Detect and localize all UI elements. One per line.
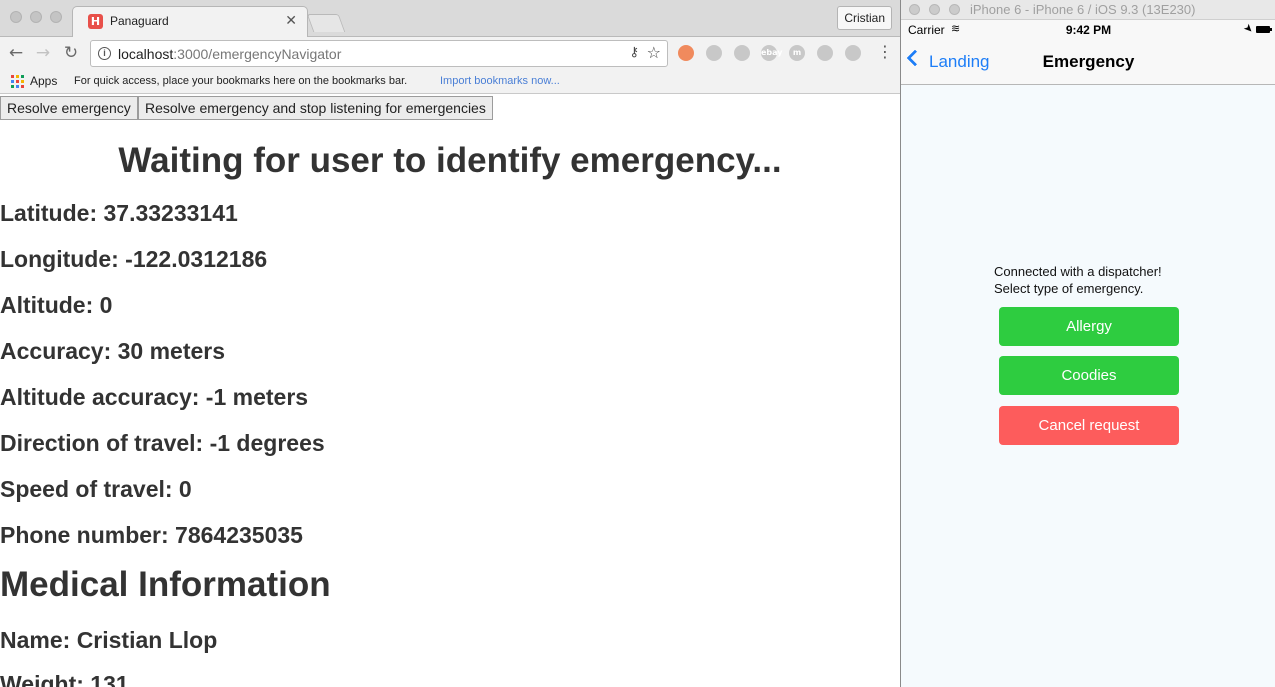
reload-icon[interactable]: ↻: [61, 42, 81, 64]
speed-line: Speed of travel: 0: [0, 476, 192, 502]
name-line: Name: Cristian Llop: [0, 627, 218, 653]
browser-toolbar: ← → ↻ i localhost:3000/emergencyNavigato…: [0, 37, 900, 70]
apps-grid-icon[interactable]: [11, 75, 24, 88]
lastpass-icon[interactable]: [678, 45, 694, 61]
altitude-accuracy-line: Altitude accuracy: -1 meters: [0, 384, 309, 410]
close-window-button[interactable]: [10, 11, 22, 23]
url-text: localhost:3000/emergencyNavigator: [118, 46, 341, 62]
simulator-title: iPhone 6 - iPhone 6 / iOS 9.3 (13E230): [970, 2, 1196, 17]
tab-title: Panaguard: [110, 14, 169, 28]
apps-label[interactable]: Apps: [30, 74, 57, 88]
ios-simulator-window: iPhone 6 - iPhone 6 / iOS 9.3 (13E230) C…: [900, 0, 1275, 687]
altitude-line: Altitude: 0: [0, 292, 113, 318]
dispatcher-message: Connected with a dispatcher! Select type…: [994, 263, 1162, 297]
message-line-2: Select type of emergency.: [994, 281, 1144, 296]
menu-kebab-icon[interactable]: ⋮: [877, 42, 893, 61]
phone-line: Phone number: 7864235035: [0, 522, 303, 548]
url-path: :3000/emergencyNavigator: [173, 46, 342, 62]
bookmarks-hint: For quick access, place your bookmarks h…: [74, 75, 408, 87]
zoom-window-button[interactable]: [50, 11, 62, 23]
forward-arrow-icon[interactable]: →: [33, 42, 53, 64]
allergy-button[interactable]: Allergy: [999, 307, 1179, 346]
nav-title: Emergency: [1042, 52, 1135, 71]
simulator-titlebar: iPhone 6 - iPhone 6 / iOS 9.3 (13E230): [901, 0, 1275, 20]
resolve-emergency-button[interactable]: Resolve emergency: [0, 96, 138, 120]
message-line-1: Connected with a dispatcher!: [994, 264, 1162, 279]
new-tab-button[interactable]: [306, 14, 346, 32]
coodies-button[interactable]: Coodies: [999, 356, 1179, 395]
cancel-request-button[interactable]: Cancel request: [999, 406, 1179, 445]
evernote-icon[interactable]: [817, 45, 833, 61]
sim-minimize-button[interactable]: [929, 4, 940, 15]
bookmarks-bar: Apps For quick access, place your bookma…: [0, 70, 900, 94]
extension-m-icon[interactable]: m: [789, 45, 805, 61]
status-time: 9:42 PM: [1065, 23, 1112, 37]
extension-g-icon[interactable]: [845, 45, 861, 61]
bookmark-star-icon[interactable]: ☆: [647, 43, 661, 62]
ebay-icon[interactable]: ebay: [761, 45, 783, 61]
info-icon[interactable]: i: [98, 47, 111, 60]
ios-nav-bar: Landing Emergency: [901, 40, 1275, 85]
url-host: localhost: [118, 46, 174, 62]
battery-icon: [1256, 26, 1272, 33]
back-arrow-icon[interactable]: ←: [6, 42, 26, 64]
medical-info-heading: Medical Information: [0, 565, 331, 604]
minimize-window-button[interactable]: [30, 11, 42, 23]
resolve-and-stop-button[interactable]: Resolve emergency and stop listening for…: [138, 96, 493, 120]
tab-strip: H Panaguard ✕ Cristian: [0, 0, 900, 38]
tab-panaguard[interactable]: H Panaguard ✕: [72, 6, 308, 38]
page-heading: Waiting for user to identify emergency..…: [118, 141, 782, 180]
close-tab-icon[interactable]: ✕: [285, 12, 297, 29]
profile-button[interactable]: Cristian: [837, 6, 892, 30]
chrome-window: H Panaguard ✕ Cristian ← → ↻ i localhost…: [0, 0, 900, 687]
sim-zoom-button[interactable]: [949, 4, 960, 15]
address-bar[interactable]: i localhost:3000/emergencyNavigator ⚷ ☆: [90, 40, 668, 67]
page-content: Resolve emergency Resolve emergency and …: [0, 95, 900, 687]
accuracy-line: Accuracy: 30 meters: [0, 338, 226, 364]
ios-status-bar: Carrier ≋ 9:42 PM ➤: [901, 20, 1275, 40]
panaguard-favicon-icon: H: [88, 14, 103, 29]
longitude-line: Longitude: -122.0312186: [0, 246, 268, 272]
import-bookmarks-link[interactable]: Import bookmarks now...: [440, 75, 560, 87]
latitude-line: Latitude: 37.33233141: [0, 200, 238, 226]
weight-line: Weight: 131: [0, 671, 129, 687]
extension-grid-icon[interactable]: [706, 45, 722, 61]
extension-ship-icon[interactable]: [734, 45, 750, 61]
key-icon[interactable]: ⚷: [629, 45, 639, 60]
sim-close-button[interactable]: [909, 4, 920, 15]
direction-line: Direction of travel: -1 degrees: [0, 430, 325, 456]
